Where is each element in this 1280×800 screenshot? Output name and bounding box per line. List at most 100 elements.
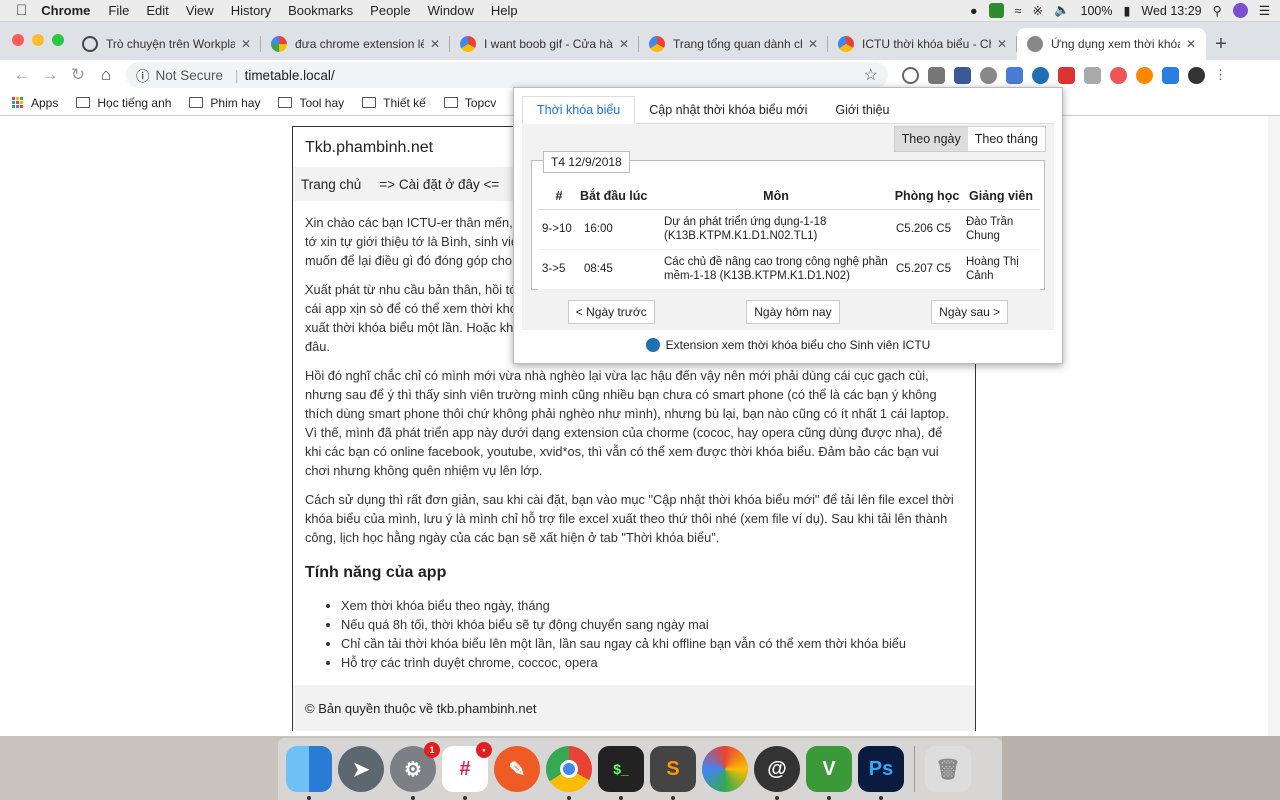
folder-icon [443, 97, 458, 108]
close-tab-icon[interactable]: ✕ [241, 37, 251, 51]
workplace-icon[interactable]: @ [754, 746, 800, 800]
features-heading: Tính năng của app [305, 564, 447, 581]
wifi-icon[interactable]: ≈ [1015, 4, 1022, 18]
bookmark-star-icon[interactable]: ☆ [864, 65, 878, 85]
address-bar[interactable]: ⓘ Not Secure | timetable.local/ ☆ [126, 62, 888, 88]
browser-tab[interactable]: Trang tổng quan dành cho ✕ [639, 28, 828, 60]
menu-bookmarks[interactable]: Bookmarks [288, 3, 353, 18]
vim-icon[interactable]: V [806, 746, 852, 800]
spotlight-icon[interactable]: ⚲ [1213, 3, 1222, 18]
bluetooth-icon[interactable]: ※ [1032, 3, 1042, 18]
chrome-icon[interactable] [546, 746, 592, 800]
browser-tab[interactable]: ICTU thời khóa biểu - Chr ✕ [828, 28, 1017, 60]
page-scrollbar[interactable] [1268, 116, 1280, 736]
list-item: Chỉ cần tải thời khóa biểu lên một lần, … [341, 634, 961, 653]
bookmark-folder[interactable]: Thiết kế [362, 96, 426, 110]
close-tab-icon[interactable]: ✕ [619, 37, 629, 51]
url-text[interactable]: timetable.local/ [245, 68, 335, 83]
adblock-icon[interactable] [980, 66, 997, 84]
tab-timetable[interactable]: Thời khóa biểu [522, 96, 636, 124]
menu-edit[interactable]: Edit [146, 3, 168, 18]
sublime-text-icon[interactable]: S [650, 746, 696, 800]
menu-window[interactable]: Window [428, 3, 474, 18]
slack-icon[interactable]: # • [442, 742, 492, 800]
nav-install-link[interactable]: => Cài đặt ở đây <= [379, 177, 499, 192]
notification-center-icon[interactable]: ☰ [1259, 3, 1270, 18]
trash-icon[interactable]: 🗑 [925, 746, 971, 792]
battery-percent[interactable]: 100% [1081, 4, 1113, 18]
close-tab-icon[interactable]: ✕ [808, 37, 818, 51]
bookmark-folder[interactable]: Học tiếng anh [76, 96, 171, 110]
previous-day-button[interactable]: < Ngày trước [567, 300, 655, 324]
profile-avatar[interactable] [1188, 66, 1205, 84]
zoom-window-button[interactable] [52, 34, 64, 46]
incognito-icon[interactable]: ● [970, 4, 978, 18]
bookmark-folder[interactable]: Topcv [443, 96, 496, 110]
menu-app-name[interactable]: Chrome [41, 3, 90, 18]
browser-tab[interactable]: I want boob gif - Cửa hàng ✕ [450, 28, 639, 60]
back-icon[interactable]: ← [8, 65, 36, 85]
globe-favicon-icon [1027, 36, 1043, 52]
more-menu-icon[interactable]: ⋮ [1214, 67, 1227, 84]
tab-update-timetable[interactable]: Cập nhật thời khóa biểu mới [635, 96, 821, 124]
bookmark-apps[interactable]: Apps [12, 96, 58, 110]
terminal-icon[interactable]: $_ [598, 746, 644, 800]
tab-about[interactable]: Giới thiệu [821, 96, 903, 124]
browser-tab[interactable]: Trò chuyện trên Workplace✕ [72, 28, 261, 60]
bookmark-folder[interactable]: Phim hay [189, 96, 260, 110]
minimize-window-button[interactable] [32, 34, 44, 46]
today-button[interactable]: Ngày hôm nay [746, 300, 840, 324]
browser-tab-active[interactable]: Ứng dụng xem thời khóa b ✕ [1017, 28, 1206, 60]
extension-icon[interactable] [1110, 66, 1127, 84]
menu-help[interactable]: Help [491, 3, 518, 18]
home-icon[interactable]: ⌂ [92, 65, 120, 85]
workplace-favicon-icon [82, 36, 98, 52]
security-label: Not Secure [155, 67, 224, 83]
clock[interactable]: Wed 13:29 [1141, 4, 1201, 18]
photoshop-icon[interactable]: Ps [858, 746, 904, 800]
close-window-button[interactable] [12, 34, 24, 46]
webstore-favicon-icon [649, 36, 665, 52]
extension-icon[interactable] [1136, 66, 1153, 84]
folder-icon [189, 97, 204, 108]
info-icon[interactable]: ⓘ [136, 65, 150, 85]
translate-icon[interactable] [1006, 66, 1023, 84]
extension-icon[interactable] [954, 66, 971, 84]
finder-icon[interactable] [286, 746, 332, 800]
menu-view[interactable]: View [186, 3, 214, 18]
close-tab-icon[interactable]: ✕ [430, 37, 440, 51]
colorful-app-icon[interactable] [702, 746, 748, 792]
ictu-timetable-extension-icon[interactable] [1032, 66, 1049, 84]
next-day-button[interactable]: Ngày sau > [931, 300, 1009, 324]
launchpad-icon[interactable]: ➤ [338, 746, 384, 792]
subject-cell: Dự án phát triển ứng dụng-1-18 (K13B.KTP… [660, 209, 892, 250]
browser-tab[interactable]: đưa chrome extension lên ✕ [261, 28, 450, 60]
menu-file[interactable]: File [108, 3, 129, 18]
nav-home-link[interactable]: Trang chủ [301, 177, 361, 192]
menu-history[interactable]: History [231, 3, 271, 18]
new-tab-button[interactable]: + [1206, 28, 1236, 60]
apple-icon[interactable]:  [16, 2, 27, 19]
extension-icon[interactable] [928, 66, 945, 84]
reload-icon[interactable]: ↻ [64, 65, 92, 85]
extension-icon[interactable] [1058, 66, 1075, 84]
col-header: Môn [660, 183, 892, 210]
vue-devtools-icon[interactable] [1084, 66, 1101, 84]
close-tab-icon[interactable]: ✕ [997, 37, 1007, 51]
menu-people[interactable]: People [370, 3, 410, 18]
bookmark-folder[interactable]: Tool hay [278, 96, 344, 110]
lecturer-cell: Đào Trần Chung [962, 209, 1040, 250]
vim-status-icon[interactable] [988, 3, 1004, 18]
view-by-month-button[interactable]: Theo tháng [967, 127, 1045, 151]
volume-icon[interactable]: 🔈 [1054, 3, 1070, 18]
download-icon[interactable] [1162, 66, 1179, 84]
view-by-day-button[interactable]: Theo ngày [894, 127, 968, 151]
forward-icon[interactable]: → [36, 65, 64, 85]
battery-icon[interactable]: ▮ [1124, 3, 1131, 18]
close-tab-icon[interactable]: ✕ [1186, 37, 1196, 51]
siri-icon[interactable] [1232, 3, 1248, 18]
extension-icon[interactable] [902, 66, 919, 84]
postman-icon[interactable]: ✎ [494, 746, 540, 792]
system-preferences-icon[interactable]: ⚙ 1 [390, 742, 440, 800]
site-title[interactable]: Tkb.phambinh.net [305, 139, 433, 157]
